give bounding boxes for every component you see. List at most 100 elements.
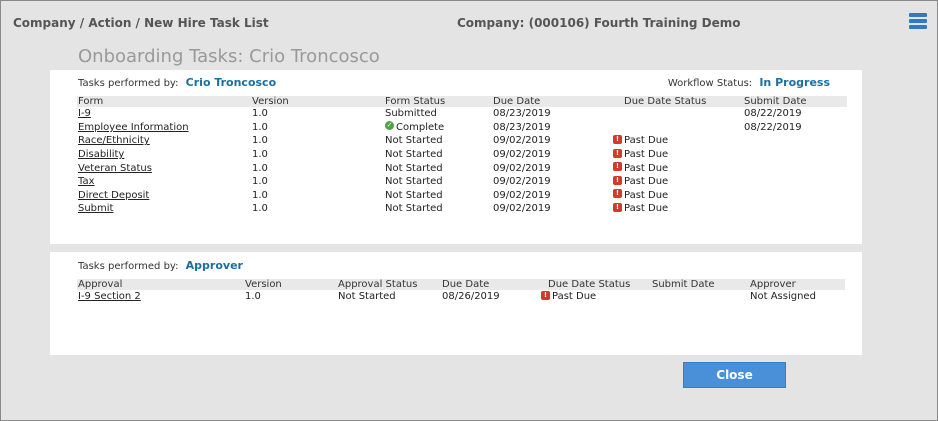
form-cell: Disability bbox=[77, 148, 251, 162]
column-header: Approval bbox=[77, 279, 244, 290]
submit-date-cell bbox=[743, 134, 847, 148]
due-date-status-text: Past Due bbox=[624, 189, 669, 201]
due-date-cell: 08/23/2019 bbox=[493, 108, 551, 120]
form-cell: Race/Ethnicity bbox=[77, 134, 251, 148]
column-header: Due Date bbox=[441, 279, 540, 290]
due-date-status-text: Past Due bbox=[624, 203, 669, 215]
form-link[interactable]: Race/Ethnicity bbox=[78, 135, 150, 146]
form-link[interactable]: Disability bbox=[78, 149, 124, 160]
form-status-cell: Not Started bbox=[382, 189, 492, 203]
form-status-text: Not Started bbox=[385, 149, 443, 161]
table-row: I-9 Section 2 1.0 Not Started 08/26/2019! Pa… bbox=[77, 290, 845, 304]
table-row: Veteran Status 1.0 Not Started 09/02/2019! P… bbox=[77, 161, 847, 175]
due-date-status-cell bbox=[612, 121, 743, 135]
form-status-cell: Not Started bbox=[382, 202, 492, 216]
version-cell: 1.0 bbox=[252, 149, 268, 161]
due-date-status-cell: ! Past Due bbox=[612, 134, 743, 148]
due-date-status-text: Past Due bbox=[624, 135, 669, 147]
submit-date-cell bbox=[743, 175, 847, 189]
version-cell: 1.0 bbox=[252, 108, 268, 120]
form-status-cell: Not Started bbox=[382, 134, 492, 148]
approval-status-cell: Not Started bbox=[338, 291, 396, 303]
performed-by: Tasks performed by: Approver bbox=[78, 259, 243, 272]
form-link[interactable]: Direct Deposit bbox=[78, 190, 149, 201]
column-header: Version bbox=[244, 279, 337, 290]
approval-link[interactable]: I-9 Section 2 bbox=[78, 291, 141, 302]
form-cell: Veteran Status bbox=[77, 161, 251, 175]
form-status-text: Not Started bbox=[385, 189, 443, 201]
due-date-status-cell bbox=[612, 107, 743, 121]
approval-cell: I-9 Section 2 bbox=[77, 290, 244, 304]
due-date-status-cell: ! Past Due bbox=[612, 189, 743, 203]
form-link[interactable]: Tax bbox=[78, 176, 95, 187]
version-cell: 1.0 bbox=[245, 291, 261, 303]
column-header: Due Date Status bbox=[612, 96, 743, 107]
due-date-status-cell: ! Past Due bbox=[612, 148, 743, 162]
approver-cell: Not Assigned bbox=[750, 291, 816, 303]
form-link[interactable]: Veteran Status bbox=[78, 163, 152, 174]
submit-date-cell: 08/22/2019 bbox=[744, 108, 802, 120]
form-status-cell: Not Started bbox=[382, 175, 492, 189]
column-header: Form Status bbox=[382, 96, 492, 107]
due-date-status-text: Past Due bbox=[624, 162, 669, 174]
form-cell: I-9 bbox=[77, 107, 251, 121]
form-status-cell: ✓ Complete bbox=[382, 121, 492, 135]
column-header: Approver bbox=[749, 279, 845, 290]
due-date-cell: 09/02/2019 bbox=[493, 135, 551, 147]
column-header: Submit Date bbox=[651, 279, 749, 290]
form-link[interactable]: Submit bbox=[78, 203, 113, 214]
list-menu-icon[interactable] bbox=[909, 13, 927, 29]
version-cell: 1.0 bbox=[252, 189, 268, 201]
form-status-cell: Not Started bbox=[382, 148, 492, 162]
submit-date-cell: 08/22/2019 bbox=[744, 121, 802, 133]
tasks-panel-approver: Tasks performed by: Approver Approval Ve… bbox=[50, 252, 862, 355]
column-header: Due Date bbox=[492, 96, 612, 107]
check-circle-icon: ✓ bbox=[385, 121, 394, 131]
table-row: I-9 1.0 Submitted 08/23/2019 08/22/2019 bbox=[77, 107, 847, 121]
tasks-panel-employee: Tasks performed by: Crio Troncosco Workf… bbox=[50, 70, 862, 244]
due-date-status-text: Past Due bbox=[552, 291, 597, 303]
performed-by-name: Approver bbox=[185, 259, 243, 272]
company-label: Company: (000106) Fourth Training Demo bbox=[457, 16, 741, 30]
performed-by-label: Tasks performed by: bbox=[78, 78, 179, 89]
column-header: Approval Status bbox=[337, 279, 441, 290]
form-status-text: Complete bbox=[396, 121, 445, 133]
form-status-text: Submitted bbox=[385, 108, 437, 120]
dialog-header: Company / Action / New Hire Task List Co… bbox=[1, 1, 937, 41]
workflow-status: Workflow Status: In Progress bbox=[668, 76, 830, 89]
submit-date-cell bbox=[651, 290, 749, 304]
due-date-cell: 08/26/2019 bbox=[442, 291, 500, 303]
table-row: Tax 1.0 Not Started 09/02/2019! Past Due bbox=[77, 175, 847, 189]
table-row: Race/Ethnicity 1.0 Not Started 09/02/2019 ! P… bbox=[77, 134, 847, 148]
workflow-status-value: In Progress bbox=[759, 76, 830, 89]
version-cell: 1.0 bbox=[252, 176, 268, 188]
due-date-status-text: Past Due bbox=[624, 176, 669, 188]
form-cell: Employee Information bbox=[77, 121, 251, 135]
due-date-status-cell: ! Past Due bbox=[612, 161, 743, 175]
page-title: Onboarding Tasks: Crio Troncosco bbox=[78, 46, 380, 67]
breadcrumb: Company / Action / New Hire Task List bbox=[13, 16, 269, 30]
submit-date-cell bbox=[743, 189, 847, 203]
form-status-text: Not Started bbox=[385, 135, 443, 147]
table-row: Submit 1.0 Not Started 09/02/2019! Past Due bbox=[77, 202, 847, 216]
version-cell: 1.0 bbox=[252, 121, 268, 133]
form-cell: Submit bbox=[77, 202, 251, 216]
alert-icon: ! bbox=[613, 189, 622, 199]
version-cell: 1.0 bbox=[252, 135, 268, 147]
alert-icon: ! bbox=[613, 162, 622, 172]
due-date-cell: 09/02/2019 bbox=[493, 189, 551, 201]
table-row: Disability 1.0 Not Started 09/02/2019 ! Past … bbox=[77, 148, 847, 162]
dialog-window: Company / Action / New Hire Task List Co… bbox=[0, 0, 938, 421]
due-date-status-cell: ! Past Due bbox=[612, 175, 743, 189]
submit-date-cell bbox=[743, 202, 847, 216]
column-header: Due Date Status bbox=[540, 279, 651, 290]
form-status-text: Not Started bbox=[385, 203, 443, 215]
due-date-cell: 09/02/2019 bbox=[493, 149, 551, 161]
column-header: Submit Date bbox=[743, 96, 847, 107]
form-link[interactable]: I-9 bbox=[78, 108, 91, 119]
form-status-text: Not Started bbox=[385, 162, 443, 174]
submit-date-cell bbox=[743, 161, 847, 175]
form-link[interactable]: Employee Information bbox=[78, 122, 189, 133]
close-button[interactable]: Close bbox=[683, 362, 786, 388]
alert-icon: ! bbox=[613, 148, 622, 158]
